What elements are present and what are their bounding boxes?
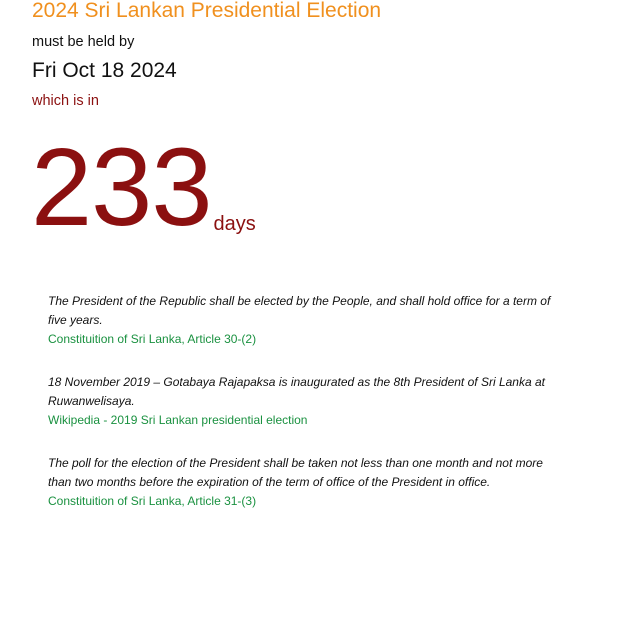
quote-item: The President of the Republic shall be e… [48, 292, 558, 349]
quotes-list: The President of the Republic shall be e… [48, 292, 558, 535]
countdown-unit-label: days [213, 213, 256, 235]
page-title: 2024 Sri Lankan Presidential Election [32, 0, 382, 22]
election-deadline-date: Fri Oct 18 2024 [32, 59, 177, 82]
quote-item: 18 November 2019 – Gotabaya Rajapaksa is… [48, 373, 558, 430]
quote-item: The poll for the election of the Preside… [48, 454, 558, 511]
quote-source-link[interactable]: Wikipedia - 2019 Sri Lankan presidential… [48, 411, 558, 430]
quote-text: 18 November 2019 – Gotabaya Rajapaksa is… [48, 375, 545, 408]
which-is-in-label: which is in [32, 93, 99, 109]
page: 2024 Sri Lankan Presidential Election mu… [0, 0, 640, 640]
countdown-days-number: 233 [31, 126, 213, 249]
held-by-label: must be held by [32, 34, 135, 50]
quote-source-link[interactable]: Constituition of Sri Lanka, Article 31-(… [48, 492, 558, 511]
quote-source-link[interactable]: Constituition of Sri Lanka, Article 30-(… [48, 330, 558, 349]
quote-text: The poll for the election of the Preside… [48, 456, 543, 489]
quote-text: The President of the Republic shall be e… [48, 294, 551, 327]
countdown: 233 days [31, 133, 256, 243]
